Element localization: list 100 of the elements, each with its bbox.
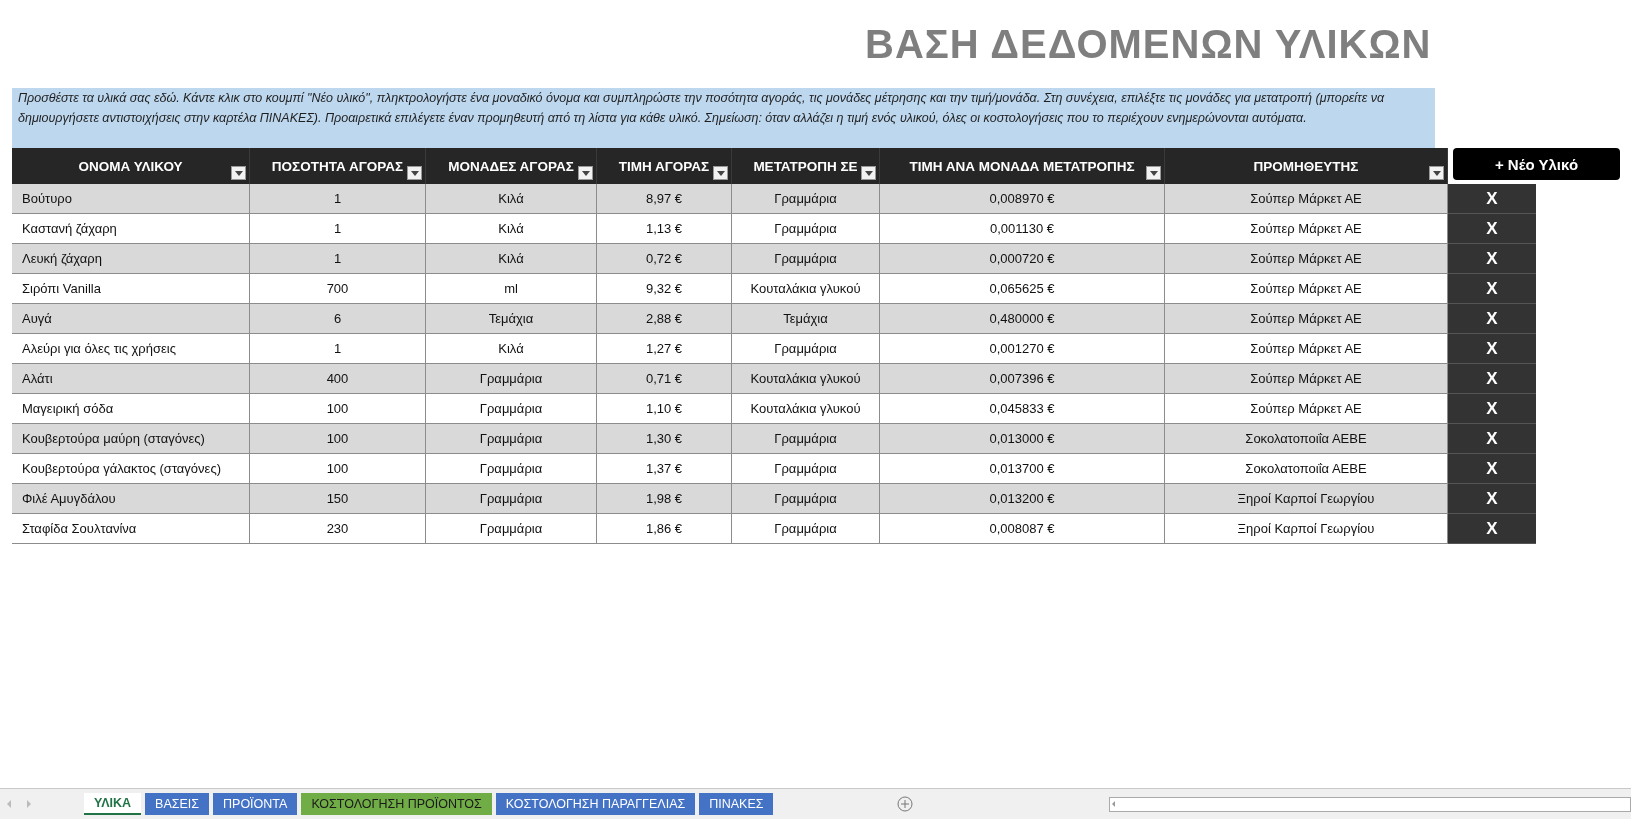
filter-dropdown-icon[interactable]: [578, 166, 593, 180]
delete-button[interactable]: X: [1482, 308, 1502, 329]
table-cell: 0,007396 €: [880, 364, 1165, 394]
table-cell: 0,001130 €: [880, 214, 1165, 244]
table-cell: Σούπερ Μάρκετ ΑΕ: [1165, 394, 1448, 424]
table-cell: Κιλά: [426, 244, 597, 274]
delete-button[interactable]: X: [1482, 368, 1502, 389]
filter-dropdown-icon[interactable]: [713, 166, 728, 180]
table-cell: 700: [250, 274, 426, 304]
table-cell: Γραμμάρια: [426, 514, 597, 544]
delete-button[interactable]: X: [1482, 428, 1502, 449]
delete-button[interactable]: X: [1482, 518, 1502, 539]
horizontal-scrollbar[interactable]: [1109, 796, 1631, 812]
filter-dropdown-icon[interactable]: [1429, 166, 1444, 180]
table-cell: Γραμμάρια: [732, 484, 880, 514]
table-cell: 0,065625 €: [880, 274, 1165, 304]
table-cell: 100: [250, 394, 426, 424]
table-cell: 150: [250, 484, 426, 514]
table-cell: Αυγά: [12, 304, 250, 334]
page-title: ΒΑΣΗ ΔΕΔΟΜΕΝΩΝ ΥΛΙΚΩΝ: [865, 21, 1432, 67]
table-cell: Σούπερ Μάρκετ ΑΕ: [1165, 214, 1448, 244]
table-cell: Ξηροί Καρποί Γεωργίου: [1165, 514, 1448, 544]
new-item-button[interactable]: + Νέο Υλικό: [1453, 148, 1620, 180]
table-cell: 6: [250, 304, 426, 334]
delete-button[interactable]: X: [1482, 488, 1502, 509]
table-cell: Σούπερ Μάρκετ ΑΕ: [1165, 184, 1448, 214]
instructions-text: Προσθέστε τα υλικά σας εδώ. Κάντε κλικ στο κουμπί "Νέο υλικό", πληκτρολογήστε ένα μοναδικό όνομα και συμπληρώστε την ποσότητα αγοράς, τις μονάδες μέτρησης και την τιμή/μονάδα. Στη συνέχεια, επιλέξτε τις μονάδες για μετατροπή (μπορείτε να δημιουργήσετε αντιστοιχήσεις στην καρτέλα ΠΙΝΑΚΕΣ). Προαιρετικά επιλέγετε έναν προμηθευτή από τη λίστα για κάθε υλικό. Σημείωση: όταν αλλάζει η τιμή ενός υλικού, όλες οι κοστολογήσεις που το περιέχουν ενημερώνονται αυτόματα.: [12, 88, 1435, 148]
table-cell: Σούπερ Μάρκετ ΑΕ: [1165, 304, 1448, 334]
table-cell: 1,98 €: [597, 484, 732, 514]
table-cell: 1,27 €: [597, 334, 732, 364]
table-cell: Γραμμάρια: [732, 184, 880, 214]
table-cell: 2,88 €: [597, 304, 732, 334]
column-header: ΤΙΜΗ ΑΝΑ ΜΟΝΑΔΑ ΜΕΤΑΤΡΟΠΗΣ: [880, 148, 1165, 184]
sheet-tab[interactable]: ΠΙΝΑΚΕΣ: [699, 793, 774, 815]
add-sheet-icon[interactable]: [897, 796, 914, 812]
arrow-icon[interactable]: [1110, 800, 1118, 808]
sheet-tab[interactable]: ΥΛΙΚΑ: [84, 793, 142, 815]
column-header: ΜΟΝΑΔΕΣ ΑΓΟΡΑΣ: [426, 148, 597, 184]
column-header: ΟΝΟΜΑ ΥΛΙΚΟΥ: [12, 148, 250, 184]
table-cell: 0,000720 €: [880, 244, 1165, 274]
table-cell: 1: [250, 214, 426, 244]
table-cell: Αλεύρι για όλες τις χρήσεις: [12, 334, 250, 364]
table-cell: 0,013700 €: [880, 454, 1165, 484]
table-cell: 1: [250, 334, 426, 364]
table-cell: 1,10 €: [597, 394, 732, 424]
table-cell: 0,013000 €: [880, 424, 1165, 454]
delete-button[interactable]: X: [1482, 248, 1502, 269]
table-cell: Γραμμάρια: [426, 394, 597, 424]
sheet-tab[interactable]: ΚΟΣΤΟΛΟΓΗΣΗ ΠΡΟΪΟΝΤΟΣ: [301, 793, 492, 815]
table-cell: Κουταλάκια γλυκού: [732, 274, 880, 304]
delete-button[interactable]: X: [1482, 278, 1502, 299]
table-cell: Κιλά: [426, 334, 597, 364]
delete-button[interactable]: X: [1482, 458, 1502, 479]
table-cell: Κουταλάκια γλυκού: [732, 364, 880, 394]
table-cell: Γραμμάρια: [732, 334, 880, 364]
filter-dropdown-icon[interactable]: [231, 166, 246, 180]
delete-button[interactable]: X: [1482, 218, 1502, 239]
table-cell: Τεμάχια: [732, 304, 880, 334]
table-cell: 0,001270 €: [880, 334, 1165, 364]
filter-dropdown-icon[interactable]: [1146, 166, 1161, 180]
column-header: ΠΡΟΜΗΘΕΥΤΗΣ: [1165, 148, 1448, 184]
column-header: ΠΟΣΟΤΗΤΑ ΑΓΟΡΑΣ: [250, 148, 426, 184]
table-cell: 0,71 €: [597, 364, 732, 394]
table-cell: Σιρόπι Vanilla: [12, 274, 250, 304]
table-cell: 1,37 €: [597, 454, 732, 484]
sheet-tab[interactable]: ΚΟΣΤΟΛΟΓΗΣΗ ΠΑΡΑΓΓΕΛΙΑΣ: [495, 793, 696, 815]
filter-dropdown-icon[interactable]: [407, 166, 422, 180]
table-cell: 0,480000 €: [880, 304, 1165, 334]
table-cell: 0,008970 €: [880, 184, 1165, 214]
table-cell: Λευκή ζάχαρη: [12, 244, 250, 274]
column-header: ΤΙΜΗ ΑΓΟΡΑΣ: [597, 148, 732, 184]
table-cell: Γραμμάρια: [426, 364, 597, 394]
table-cell: 1,13 €: [597, 214, 732, 244]
table-cell: Τεμάχια: [426, 304, 597, 334]
table-cell: 0,72 €: [597, 244, 732, 274]
table-cell: Γραμμάρια: [732, 514, 880, 544]
table-cell: Κιλά: [426, 214, 597, 244]
table-cell: Γραμμάρια: [426, 454, 597, 484]
table-cell: Γραμμάρια: [426, 424, 597, 454]
table-cell: Γραμμάρια: [732, 454, 880, 484]
delete-button[interactable]: X: [1482, 338, 1502, 359]
table-cell: 400: [250, 364, 426, 394]
delete-button[interactable]: X: [1482, 188, 1502, 209]
table-cell: 0,013200 €: [880, 484, 1165, 514]
table-cell: 100: [250, 454, 426, 484]
table-cell: Κουβερτούρα μαύρη (σταγόνες): [12, 424, 250, 454]
table-cell: 230: [250, 514, 426, 544]
filter-dropdown-icon[interactable]: [861, 166, 876, 180]
table-cell: 8,97 €: [597, 184, 732, 214]
sheet-tab[interactable]: ΒΑΣΕΙΣ: [145, 793, 210, 815]
delete-button[interactable]: X: [1482, 398, 1502, 419]
table-cell: 0,008087 €: [880, 514, 1165, 544]
sheet-tab[interactable]: ΠΡΟΪΟΝΤΑ: [213, 793, 298, 815]
table-cell: 9,32 €: [597, 274, 732, 304]
table-cell: 1,30 €: [597, 424, 732, 454]
table-cell: 100: [250, 424, 426, 454]
table-cell: 0,045833 €: [880, 394, 1165, 424]
table-cell: Ξηροί Καρποί Γεωργίου: [1165, 484, 1448, 514]
table-cell: Μαγειρική σόδα: [12, 394, 250, 424]
table-cell: 1,86 €: [597, 514, 732, 544]
